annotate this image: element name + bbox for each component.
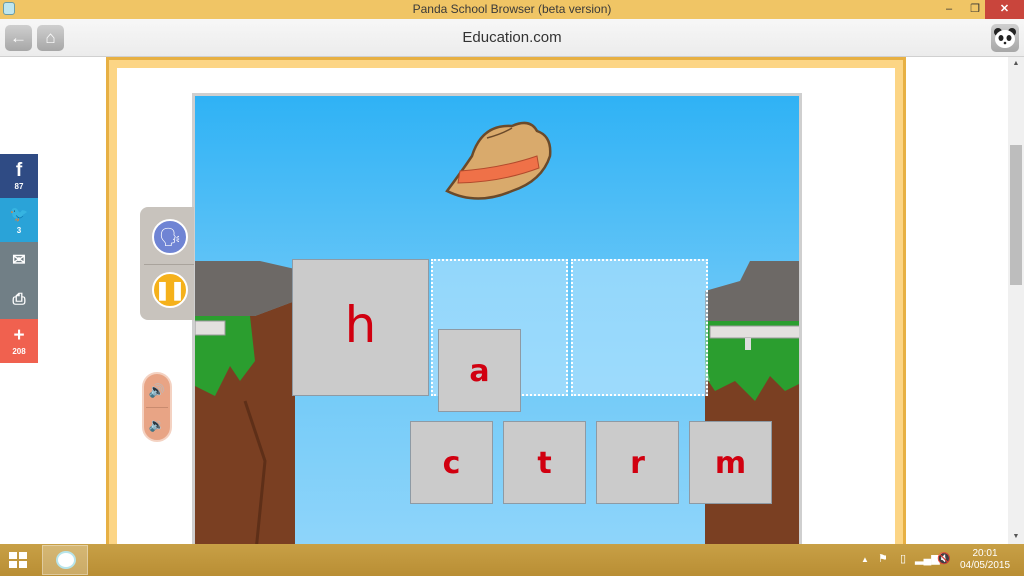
battery-icon[interactable]: ▯ (900, 552, 906, 565)
clock-date: 04/05/2015 (959, 560, 1011, 571)
letter-choice-tile[interactable]: c (410, 421, 493, 504)
action-center-icon[interactable]: ⚑ (878, 552, 888, 565)
taskbar-panda-browser[interactable] (42, 545, 88, 575)
hat-picture (445, 121, 552, 200)
print-button[interactable]: ⎙ (0, 281, 38, 319)
pause-icon: ❚❚ (154, 280, 186, 300)
envelope-icon: ✉ (12, 252, 26, 269)
volume-up-button[interactable]: 🔊 (144, 374, 170, 407)
show-hidden-icons-button[interactable]: ▲ (861, 555, 869, 564)
letter-choice-tile[interactable]: t (503, 421, 586, 504)
scroll-down-arrow-icon[interactable]: ▼ (1008, 530, 1024, 544)
empty-letter-slot[interactable] (571, 259, 708, 396)
letter-choice-tile[interactable]: m (689, 421, 772, 504)
plus-icon: + (13, 325, 25, 346)
panda-icon (994, 28, 1016, 48)
volume-control: 🔊 🔉 (142, 372, 172, 442)
placed-letter-tile[interactable]: h (292, 259, 429, 396)
facebook-icon: f (15, 160, 23, 181)
scroll-thumb[interactable] (1010, 145, 1022, 285)
pause-button[interactable]: ❚❚ (152, 272, 188, 308)
system-clock[interactable]: 20:01 04/05/2015 (955, 548, 1015, 572)
twitter-share-count: 3 (16, 226, 22, 235)
printer-icon: ⎙ (12, 291, 26, 308)
twitter-icon: 🐦 (9, 206, 29, 223)
minimize-button[interactable]: – (936, 0, 962, 19)
panda-menu-button[interactable] (991, 24, 1019, 52)
letter-choice-tile[interactable]: r (596, 421, 679, 504)
speaker-quiet-icon: 🔉 (148, 417, 166, 432)
windows-logo-icon (9, 552, 17, 559)
share-twitter-button[interactable]: 🐦 3 (0, 198, 38, 242)
speaker-loud-icon: 🔊 (148, 383, 166, 398)
volume-muted-icon[interactable]: 🔇 (937, 552, 951, 565)
vertical-scrollbar[interactable]: ▲ ▼ (1008, 57, 1024, 544)
facebook-share-count: 87 (14, 182, 24, 191)
title-bar: Panda School Browser (beta version) – ❐ … (0, 0, 1024, 19)
clock-time: 20:01 (972, 548, 998, 559)
panda-icon (56, 551, 76, 569)
game-control-panel: 🗣 ❚❚ (140, 207, 194, 320)
page-content: h a c t r m 🗣 ❚❚ 🔊 🔉 f 87 🐦 3 ✉ ⎙ + 208 (0, 57, 1008, 544)
volume-down-button[interactable]: 🔉 (144, 408, 170, 441)
window-title: Panda School Browser (beta version) (412, 2, 612, 16)
share-more-button[interactable]: + 208 (0, 319, 38, 363)
scroll-up-arrow-icon[interactable]: ▲ (1008, 57, 1024, 71)
page-url: Education.com (462, 29, 562, 46)
dragging-letter-tile[interactable]: a (438, 329, 521, 412)
share-email-button[interactable]: ✉ (0, 242, 38, 281)
close-button[interactable]: ✕ (985, 0, 1024, 19)
browser-toolbar: ← ⌂ Education.com (0, 19, 1024, 57)
windows-start-button[interactable] (9, 552, 27, 569)
signal-icon[interactable]: ▂▄▆ (915, 552, 940, 565)
speak-button[interactable]: 🗣 (152, 219, 188, 255)
share-facebook-button[interactable]: f 87 (0, 154, 38, 198)
left-cliff (195, 261, 295, 544)
word-game-canvas[interactable]: h a c t r m (192, 93, 802, 544)
speaking-head-icon: 🗣 (158, 227, 182, 247)
taskbar: ▲ ⚑ ▯ ▂▄▆ 🔇 20:01 04/05/2015 (0, 544, 1024, 576)
more-share-count: 208 (12, 347, 26, 356)
